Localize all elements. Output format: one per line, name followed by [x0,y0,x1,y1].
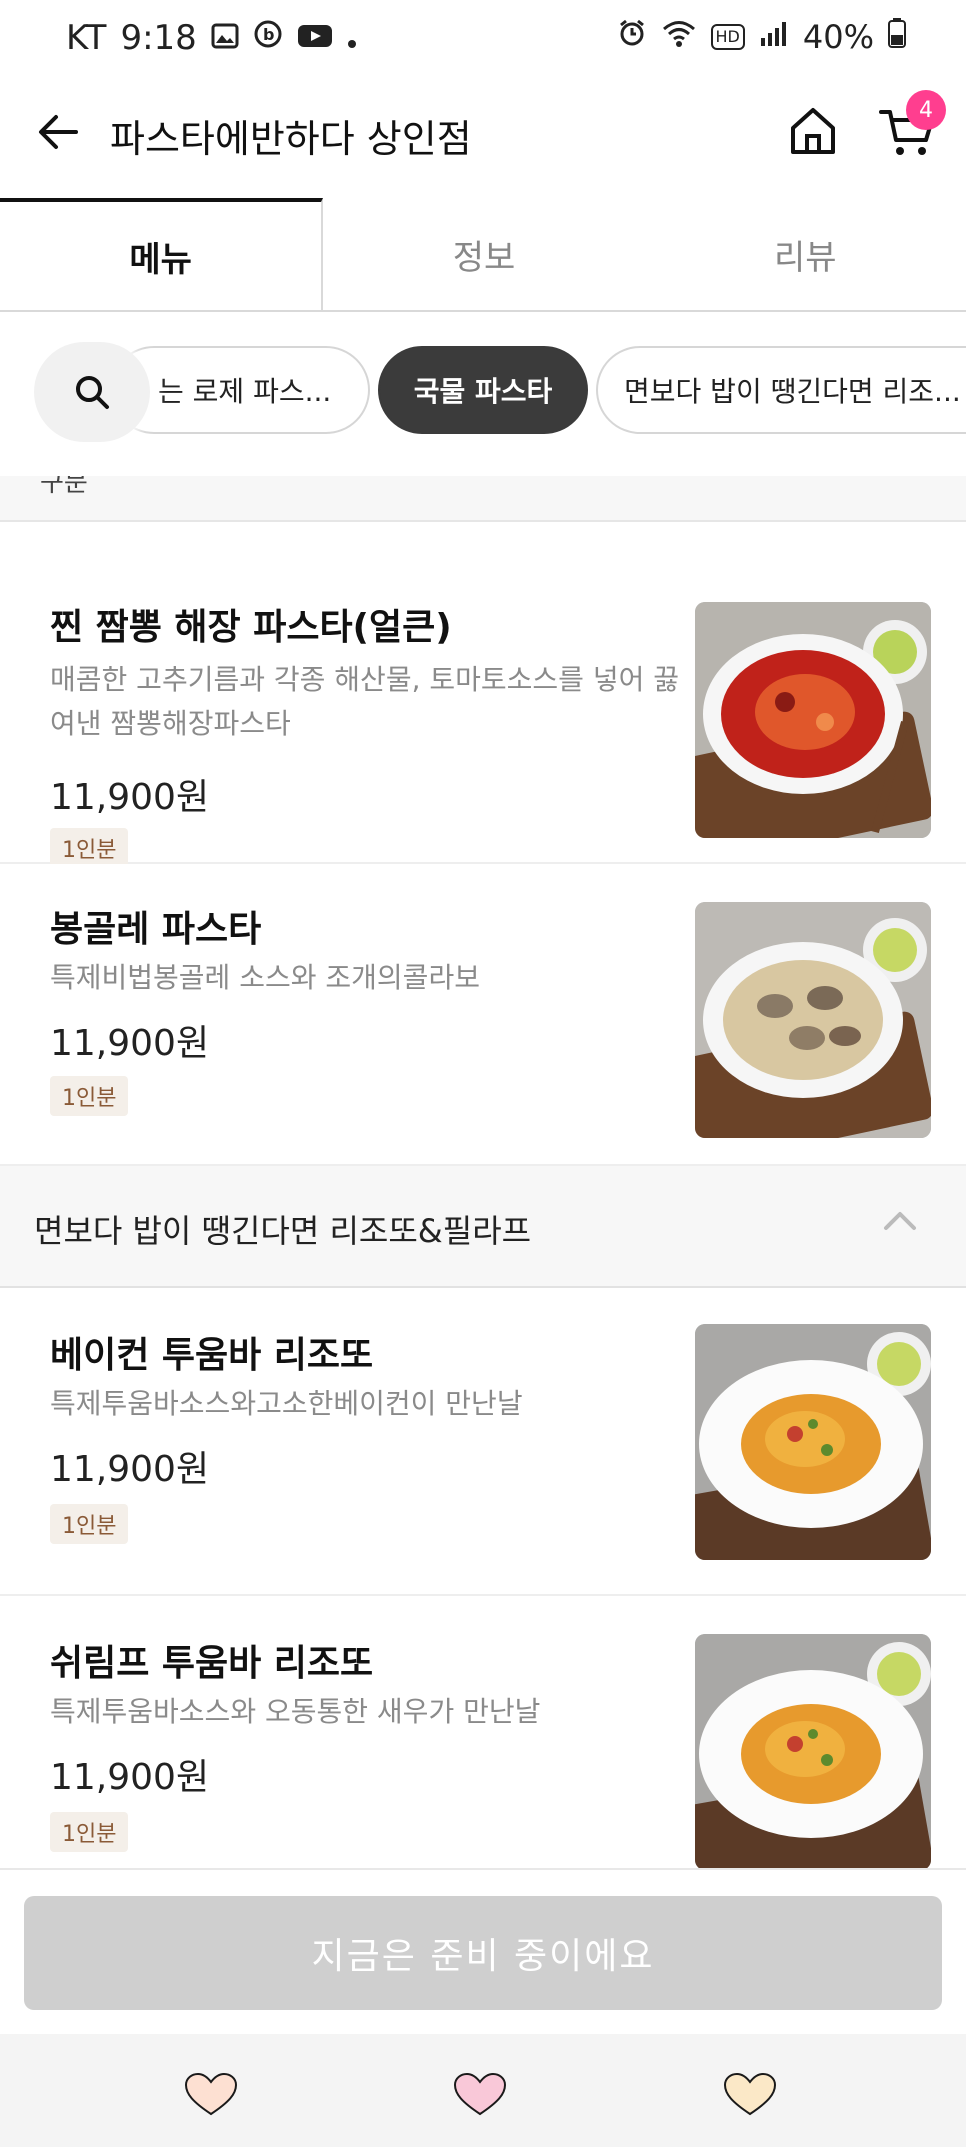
battery-percent: 40% [802,18,874,56]
item-name: 찐 짬뽕 해장 파스타(얼큰) [50,607,452,648]
nav-heart-right-icon[interactable] [722,2072,778,2118]
nav-heart-center-icon[interactable] [452,2072,508,2118]
app-header: 파스타에반하다 상인점 4 [0,82,966,192]
order-button-disabled[interactable]: 지금은 준비 중이에요 [24,1896,942,2010]
serving-tag: 1인분 [50,1812,129,1852]
item-image-bacon-risotto [695,1324,931,1560]
chip-risotto[interactable]: 면보다 밥이 땡긴다면 리조... [596,346,966,434]
section-header-risotto[interactable]: 면보다 밥이 땡긴다면 리조또&필라프 [0,1166,966,1288]
home-icon[interactable] [788,104,838,158]
section-title: 면보다 밥이 땡긴다면 리조또&필라프 [34,1212,532,1250]
item-description: 특제비법봉골레 소스와 조개의콜라보 [50,961,480,994]
menu-item[interactable]: 쉬림프 투움바 리조또 특제투움바소스와 오동통한 새우가 만난날 11,900… [0,1596,966,1868]
status-bar: KT 9:18 b HD 40% [0,0,966,82]
search-icon [76,376,109,409]
item-image-vongole-pasta [695,902,931,1138]
tab-info[interactable]: 정보 [323,198,644,310]
menu-item[interactable]: 베이컨 투움바 리조또 특제투움바소스와고소한베이컨이 만난날 11,900원 … [0,1288,966,1596]
page-title: 파스타에반하다 상인점 [110,117,472,161]
wifi-icon [661,18,697,56]
cart-count-badge: 4 [906,90,946,130]
alarm-icon [617,18,647,56]
gallery-icon [211,18,239,58]
menu-item[interactable]: 찐 짬뽕 해장 파스타(얼큰) 매콤한 고추기름과 각종 해산물, 토마토소스를… [0,522,966,868]
serving-tag: 1인분 [50,1504,129,1544]
chip-soup-pasta[interactable]: 국물 파스타 [378,346,588,434]
category-chips: 는 로제 파스... 국물 파스타 면보다 밥이 땡긴다면 리조... [0,338,966,450]
item-description: 특제투움바소스와고소한베이컨이 만난날 [50,1387,523,1420]
tab-bar: 메뉴 정보 리뷰 [0,198,966,312]
app-b-icon: b [253,18,283,58]
youtube-icon [297,18,333,58]
item-price: 11,900원 [50,1449,210,1490]
item-name: 봉골레 파스타 [50,909,262,950]
serving-tag: 1인분 [50,828,129,868]
status-right: HD 40% [617,18,906,56]
item-name: 베이컨 투움바 리조또 [50,1335,374,1376]
tab-menu[interactable]: 메뉴 [0,198,324,310]
cut-section-header: 구문 [0,476,966,522]
item-price: 11,900원 [50,1757,210,1798]
system-nav-bar [0,2034,966,2147]
item-name: 쉬림프 투움바 리조또 [50,1643,374,1684]
back-arrow-icon[interactable] [34,108,82,156]
hd-badge: HD [710,24,745,50]
bottom-action-bar: 지금은 준비 중이에요 [0,1868,966,2036]
item-description: 특제투움바소스와 오동통한 새우가 만난날 [50,1695,541,1728]
dot-icon [347,18,357,58]
serving-tag: 1인분 [50,1076,129,1116]
cut-section-label: 구문 [40,476,88,498]
svg-text:b: b [263,25,274,44]
status-left: KT 9:18 b [66,18,357,58]
clock: 9:18 [120,18,197,58]
menu-item[interactable]: 봉골레 파스타 특제비법봉골레 소스와 조개의콜라보 11,900원 1인분 [0,864,966,1166]
nav-heart-left-icon[interactable] [183,2072,239,2118]
item-image-shrimp-risotto [695,1634,931,1868]
item-price: 11,900원 [50,777,210,818]
menu-search-button[interactable] [34,342,150,442]
item-image-jjamppong-pasta [695,602,931,838]
menu-list: 구문 찐 짬뽕 해장 파스타(얼큰) 매콤한 고추기름과 각종 해산물, 토마토… [0,476,966,1868]
carrier: KT [66,18,107,58]
battery-icon [888,18,906,56]
signal-icon [759,18,789,56]
chevron-up-icon[interactable] [882,1208,918,1232]
tab-reviews[interactable]: 리뷰 [645,198,966,310]
item-description: 매콤한 고추기름과 각종 해산물, 토마토소스를 넣어 끓여낸 짬뽕해장파스타 [50,663,680,740]
item-price: 11,900원 [50,1023,210,1064]
